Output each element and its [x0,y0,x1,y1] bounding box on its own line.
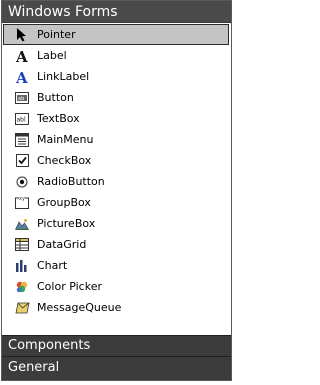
svg-text:abl: abl [17,116,26,123]
groupbox-icon: xy [14,195,30,211]
toolbox-item-label: MessageQueue [37,301,122,314]
toolbox-item-radiobutton[interactable]: RadioButton [2,171,231,192]
toolbox-item-datagrid[interactable]: DataGrid [2,234,231,255]
toolbox-item-label: TextBox [37,112,80,125]
svg-text:ab: ab [18,96,24,102]
section-header-windows-forms[interactable]: Windows Forms [2,1,231,23]
toolbox-item-checkbox[interactable]: CheckBox [2,150,231,171]
toolbox-item-label: Pointer [37,28,76,41]
section-header-components[interactable]: Components [2,336,231,356]
mainmenu-icon [14,132,30,148]
toolbox-item-button[interactable]: ab Button [2,87,231,108]
toolbox-item-label: CheckBox [37,154,92,167]
toolbox-item-mainmenu[interactable]: MainMenu [2,129,231,150]
label-icon: A [14,48,30,64]
toolbox-panel: Windows Forms Pointer A Label A LinkLabe… [1,0,232,381]
chart-icon [14,258,30,274]
toolbox-item-picturebox[interactable]: PictureBox [2,213,231,234]
toolbox-item-label: DataGrid [37,238,87,251]
button-icon: ab [14,90,30,106]
toolbox-item-label: PictureBox [37,217,96,230]
toolbox-item-label: Label [37,49,67,62]
picturebox-icon [14,216,30,232]
textbox-icon: abl [14,111,30,127]
toolbox-item-label: LinkLabel [37,70,90,83]
toolbox-item-color-picker[interactable]: Color Picker [2,276,231,297]
svg-text:A: A [15,69,28,85]
svg-text:xy: xy [19,196,25,202]
toolbox-item-label-control[interactable]: A Label [2,45,231,66]
toolbox-item-label: Chart [37,259,68,272]
toolbox-item-textbox[interactable]: abl TextBox [2,108,231,129]
toolbox-item-groupbox[interactable]: xy GroupBox [2,192,231,213]
toolbox-item-messagequeue[interactable]: MessageQueue [2,297,231,318]
messagequeue-icon [14,300,30,316]
radiobutton-icon [14,174,30,190]
toolbox-item-label: Button [37,91,74,104]
linklabel-icon: A [14,69,30,85]
toolbox-item-label: Color Picker [37,280,102,293]
toolbox-item-label: GroupBox [37,196,91,209]
pointer-icon [14,27,30,43]
toolbox-item-linklabel[interactable]: A LinkLabel [2,66,231,87]
toolbox-item-label: RadioButton [37,175,105,188]
toolbox-items: Pointer A Label A LinkLabel ab Button ab… [2,23,231,335]
toolbox-item-chart[interactable]: Chart [2,255,231,276]
color-picker-icon [14,279,30,295]
datagrid-icon [14,237,30,253]
checkbox-icon [14,153,30,169]
section-header-general[interactable]: General [2,357,231,380]
toolbox-item-label: MainMenu [37,133,94,146]
svg-text:A: A [15,48,28,64]
toolbox-item-pointer[interactable]: Pointer [3,24,229,45]
